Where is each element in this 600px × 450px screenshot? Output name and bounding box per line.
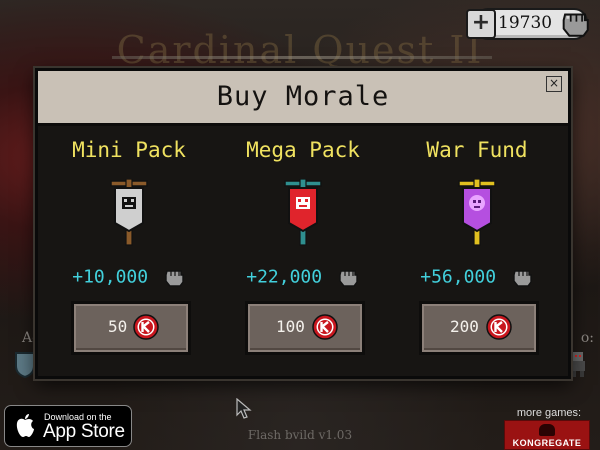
kongregate-link[interactable]: KONGREGATE [504, 420, 590, 450]
fist-icon [562, 13, 589, 37]
mouse-cursor-icon [236, 398, 252, 419]
pack-list: Mini Pack +10,000 50 Mega Pack +22,000 1… [38, 123, 568, 376]
kongregate-label: KONGREGATE [512, 438, 582, 448]
fist-icon [165, 270, 184, 287]
morale-amount: 19730 [498, 13, 553, 33]
kreds-coin-icon [312, 314, 338, 340]
pack-amount: +10,000 [72, 266, 149, 288]
purple-banner-icon [458, 179, 496, 246]
logo-sword [112, 56, 492, 59]
dialog-title: Buy Morale [216, 81, 390, 112]
red-banner-icon [284, 179, 322, 246]
fist-icon [513, 270, 532, 287]
pack-mega: Mega Pack +22,000 100 [215, 123, 391, 373]
background-text-right: o: [580, 330, 594, 346]
pack-war-fund: War Fund +56,000 200 [389, 123, 565, 373]
shield-icon [15, 352, 35, 378]
game-logo: Cardinal Quest II [116, 28, 484, 72]
buy-mini-pack-button[interactable]: 50 [71, 301, 191, 355]
kreds-coin-icon [486, 314, 512, 340]
more-games-label: more games: [516, 407, 582, 419]
pack-name: Mini Pack [72, 138, 186, 162]
pack-name: Mega Pack [246, 138, 360, 162]
pack-amount: +56,000 [420, 266, 497, 288]
close-button[interactable]: × [546, 76, 562, 92]
knight-icon [571, 352, 585, 377]
morale-counter: + 19730 [466, 8, 589, 40]
pack-name: War Fund [426, 138, 528, 162]
buy-mega-pack-button[interactable]: 100 [245, 301, 365, 355]
pack-price: 100 [276, 317, 305, 336]
dialog-header: Buy Morale × [38, 71, 568, 126]
pack-amount-row: +56,000 [389, 265, 565, 293]
kongregate-logo-icon [539, 424, 555, 436]
add-morale-button[interactable]: + [466, 9, 496, 39]
grey-banner-icon [110, 179, 148, 246]
pack-mini: Mini Pack +10,000 50 [41, 123, 217, 373]
fist-icon [339, 270, 358, 287]
buy-morale-dialog: Buy Morale × Mini Pack +10,000 50 Mega P… [35, 68, 571, 379]
pack-amount: +22,000 [246, 266, 323, 288]
buy-war-fund-button[interactable]: 200 [419, 301, 539, 355]
pack-price: 200 [450, 317, 479, 336]
pack-price: 50 [108, 317, 128, 336]
pack-amount-row: +22,000 [215, 265, 391, 293]
kreds-coin-icon [133, 314, 159, 340]
pack-amount-row: +10,000 [41, 265, 217, 293]
